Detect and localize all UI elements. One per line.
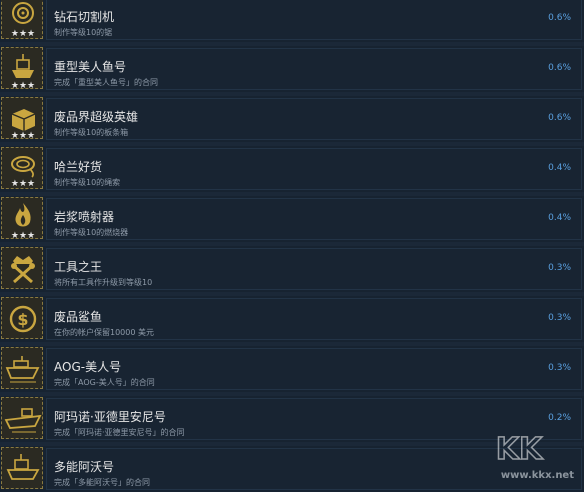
- diamond-saw-icon: ★★★: [11, 2, 35, 39]
- achievement-percent: 0.4%: [548, 213, 571, 223]
- achievement-icon-frame: $: [1, 297, 43, 339]
- achievement-icon-frame: [1, 247, 43, 289]
- achievement-description: 完成「多能阿沃号」的合同: [54, 478, 150, 487]
- achievement-title: 重型美人鱼号: [54, 60, 127, 74]
- achievement-title: 废品鲨鱼: [54, 310, 103, 324]
- achievement-percent: 0.6%: [548, 13, 571, 23]
- achievement-icon-frame: ★★★: [1, 47, 43, 90]
- watermark-logo-icon: KK: [495, 431, 545, 468]
- ship-icon: [6, 454, 40, 480]
- achievement-row[interactable]: ★★★ 钻石切割机 制作等级10的锯 0.6%: [0, 0, 584, 42]
- achievement-title: 阿玛诺·亚德里安尼号: [54, 410, 166, 424]
- achievement-title: 岩浆喷射器: [54, 210, 115, 224]
- svg-text:★★★: ★★★: [11, 131, 35, 140]
- achievement-icon-frame: ★★★: [1, 147, 43, 189]
- achievement-icon-frame: [1, 347, 43, 389]
- crown-tools-icon: [11, 256, 35, 284]
- watermark-text: www.kkx.net: [500, 470, 574, 481]
- dollar-coin-icon: $: [9, 305, 37, 333]
- crate-icon: ★★★: [11, 109, 36, 140]
- achievement-title: AOG-美人号: [54, 360, 122, 374]
- achievement-icon-frame: ★★★: [1, 0, 43, 39]
- achievement-percent: 0.4%: [548, 163, 571, 173]
- achievement-title: 废品界超级英雄: [54, 110, 139, 124]
- achievement-title: 钻石切割机: [54, 10, 115, 24]
- achievement-row[interactable]: ★★★ 哈兰好货 制作等级10的绳索 0.4%: [0, 146, 584, 192]
- achievement-percent: 0.3%: [548, 263, 571, 273]
- achievement-row[interactable]: ★★★ 废品界超级英雄 制作等级10的板条箱 0.6%: [0, 96, 584, 142]
- achievement-description: 完成「重型美人鱼号」的合同: [54, 78, 158, 87]
- achievement-row[interactable]: ★★★ 重型美人鱼号 完成「重型美人鱼号」的合同 0.6%: [0, 46, 584, 92]
- achievement-description: 制作等级10的锯: [54, 28, 113, 37]
- achievement-percent: 0.3%: [548, 363, 571, 373]
- achievement-row[interactable]: $ 废品鲨鱼 在你的帐户保留10000 美元 0.3%: [0, 296, 584, 342]
- mermaid-ship-icon: ★★★: [11, 54, 35, 90]
- ship-icon: [5, 356, 40, 383]
- achievement-description: 制作等级10的绳索: [54, 178, 121, 187]
- achievement-description: 制作等级10的燃烧器: [54, 228, 129, 237]
- achievement-percent: 0.3%: [548, 313, 571, 323]
- svg-text:KK: KK: [496, 432, 544, 467]
- watermark: KK www.kkx.net: [464, 429, 574, 481]
- achievement-icon-frame: [1, 447, 43, 489]
- achievement-description: 制作等级10的板条箱: [54, 128, 129, 137]
- svg-text:★★★: ★★★: [11, 231, 35, 240]
- achievement-description: 在你的帐户保留10000 美元: [54, 328, 154, 337]
- achievement-icon-frame: ★★★: [1, 97, 43, 140]
- achievement-row[interactable]: AOG-美人号 完成「AOG-美人号」的合同 0.3%: [0, 346, 584, 392]
- svg-text:$: $: [17, 310, 28, 329]
- achievement-panel: [46, 0, 582, 40]
- achievement-icon-frame: ★★★: [1, 197, 43, 240]
- achievement-description: 完成「阿玛诺·亚德里安尼号」的合同: [54, 428, 185, 437]
- achievement-panel: [46, 148, 582, 190]
- achievement-title: 多能阿沃号: [54, 460, 115, 474]
- achievement-percent: 0.2%: [548, 413, 571, 423]
- ship-icon: [4, 408, 42, 433]
- rope-icon: ★★★: [11, 156, 35, 189]
- achievement-icon-frame: [1, 397, 43, 439]
- achievement-row[interactable]: ★★★ 岩浆喷射器 制作等级10的燃烧器 0.4%: [0, 196, 584, 242]
- svg-text:★★★: ★★★: [11, 179, 35, 189]
- achievement-title: 哈兰好货: [54, 160, 103, 174]
- achievement-description: 将所有工具作升级到等级10: [54, 278, 153, 287]
- achievement-percent: 0.6%: [548, 63, 571, 73]
- flame-icon: ★★★: [11, 203, 35, 240]
- achievement-row[interactable]: 工具之王 将所有工具作升级到等级10 0.3%: [0, 246, 584, 292]
- achievement-percent: 0.6%: [548, 113, 571, 123]
- svg-text:★★★: ★★★: [11, 29, 35, 39]
- achievement-title: 工具之王: [54, 260, 103, 274]
- achievement-description: 完成「AOG-美人号」的合同: [54, 378, 155, 387]
- svg-text:★★★: ★★★: [11, 81, 35, 90]
